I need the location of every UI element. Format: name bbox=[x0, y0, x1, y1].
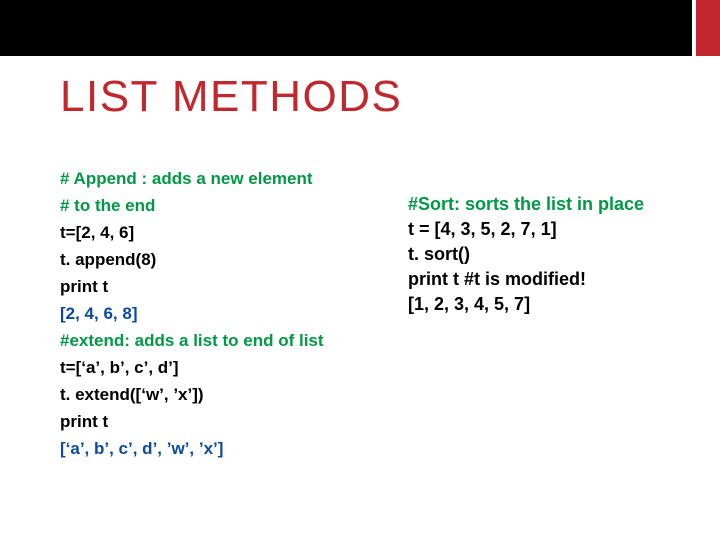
code-line: t = [4, 3, 5, 2, 7, 1] bbox=[408, 217, 698, 242]
code-line: print t bbox=[60, 273, 390, 300]
left-column: # Append : adds a new element # to the e… bbox=[60, 165, 390, 462]
code-line: # to the end bbox=[60, 192, 390, 219]
code-line: t. sort() bbox=[408, 242, 698, 267]
header-accent bbox=[692, 0, 720, 56]
slide-title: LIST METHODS bbox=[60, 72, 402, 122]
code-line: t=[2, 4, 6] bbox=[60, 219, 390, 246]
output-line: [2, 4, 6, 8] bbox=[60, 300, 390, 327]
output-line: [‘a’, b’, c’, d’, ’w’, ’x’] bbox=[60, 435, 390, 462]
code-line: t. extend([‘w’, ’x’]) bbox=[60, 381, 390, 408]
code-line: print t bbox=[60, 408, 390, 435]
slide: LIST METHODS # Append : adds a new eleme… bbox=[0, 0, 720, 540]
code-line: print t #t is modified! bbox=[408, 267, 698, 292]
code-line: t. append(8) bbox=[60, 246, 390, 273]
code-line: #extend: adds a list to end of list bbox=[60, 327, 390, 354]
output-line: [1, 2, 3, 4, 5, 7] bbox=[408, 292, 698, 317]
right-column: #Sort: sorts the list in place t = [4, 3… bbox=[408, 192, 698, 317]
code-line: t=[‘a’, b’, c’, d’] bbox=[60, 354, 390, 381]
header-bar bbox=[0, 0, 720, 56]
code-line: # Append : adds a new element bbox=[60, 165, 390, 192]
code-line: #Sort: sorts the list in place bbox=[408, 192, 698, 217]
